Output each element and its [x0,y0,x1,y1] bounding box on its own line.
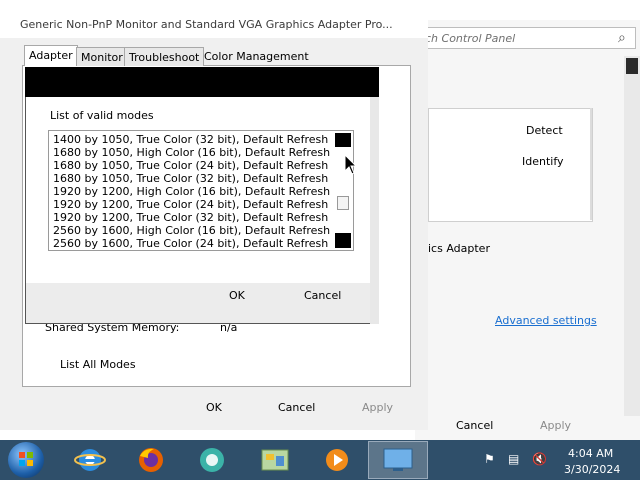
tab-monitor[interactable]: Monitor [76,47,128,66]
bg-apply-button[interactable]: Apply [540,419,571,432]
flag-icon[interactable]: ⚑ [484,452,495,466]
modes-list-label: List of valid modes [50,109,154,122]
firefox-icon[interactable] [134,444,168,476]
dialog-ok-button[interactable]: OK [229,289,245,302]
identify-button[interactable]: Identify [522,155,564,168]
scroll-up-arrow[interactable] [335,133,351,147]
bg-cancel-button[interactable]: Cancel [456,419,493,432]
list-item[interactable]: 1400 by 1050, True Color (32 bit), Defau… [53,133,328,146]
window-title-bar[interactable]: Generic Non-PnP Monitor and Standard VGA… [0,10,428,38]
window-title: Generic Non-PnP Monitor and Standard VGA… [20,18,393,31]
clock-date[interactable]: 3/30/2024 [564,463,620,476]
mouse-cursor-icon [344,154,358,175]
list-item[interactable]: 1920 by 1200, True Color (24 bit), Defau… [53,198,328,211]
list-item[interactable]: 2560 by 1600, High Color (16 bit), Defau… [53,224,330,237]
list-item[interactable]: 1920 by 1200, High Color (16 bit), Defau… [53,185,330,198]
properties-apply-button[interactable]: Apply [362,401,393,414]
dialog-title-bar[interactable] [25,67,379,97]
monitor-preview-panel [428,108,593,222]
dialog-side-edge [370,97,379,324]
search-input[interactable]: ch Control Panel [418,27,636,49]
properties-cancel-button[interactable]: Cancel [278,401,315,414]
list-item[interactable]: 1680 by 1050, True Color (32 bit), Defau… [53,172,328,185]
dialog-cancel-button[interactable]: Cancel [304,289,341,302]
tab-troubleshoot[interactable]: Troubleshoot [124,47,205,66]
modes-list[interactable]: 1400 by 1050, True Color (32 bit), Defau… [48,130,354,251]
list-item[interactable]: 1920 by 1200, True Color (32 bit), Defau… [53,211,328,224]
tab-color-management[interactable]: Color Management [200,47,313,66]
adapter-name-text: ics Adapter [428,242,490,255]
media-player-icon[interactable] [320,444,354,476]
scrollbar-thumb[interactable] [337,196,349,210]
control-panel-window [415,20,640,440]
properties-ok-button[interactable]: OK [206,401,222,414]
detect-button[interactable]: Detect [526,124,563,137]
control-panel-icon[interactable] [258,444,292,476]
scrollbar-thumb[interactable] [626,58,638,74]
tab-adapter[interactable]: Adapter [24,45,78,66]
volume-muted-icon[interactable]: 🔇 [532,452,547,466]
media-app-icon[interactable] [195,444,229,476]
scroll-down-arrow[interactable] [335,233,351,248]
window-scrollbar[interactable] [624,56,640,416]
network-icon[interactable]: ▤ [508,452,519,466]
internet-explorer-icon[interactable] [73,444,107,476]
list-item[interactable]: 1680 by 1050, True Color (24 bit), Defau… [53,159,328,172]
display-settings-icon[interactable] [381,444,415,476]
advanced-settings-link[interactable]: Advanced settings [495,314,597,327]
windows-logo-icon [19,452,33,466]
list-item[interactable]: 2560 by 1600, True Color (24 bit), Defau… [53,237,328,250]
panel-divider [590,108,592,220]
list-item[interactable]: 1680 by 1050, High Color (16 bit), Defau… [53,146,330,159]
search-icon[interactable]: ⌕ [618,30,626,46]
clock-time[interactable]: 4:04 AM [568,447,613,460]
list-all-modes-button[interactable]: List All Modes [60,358,136,371]
